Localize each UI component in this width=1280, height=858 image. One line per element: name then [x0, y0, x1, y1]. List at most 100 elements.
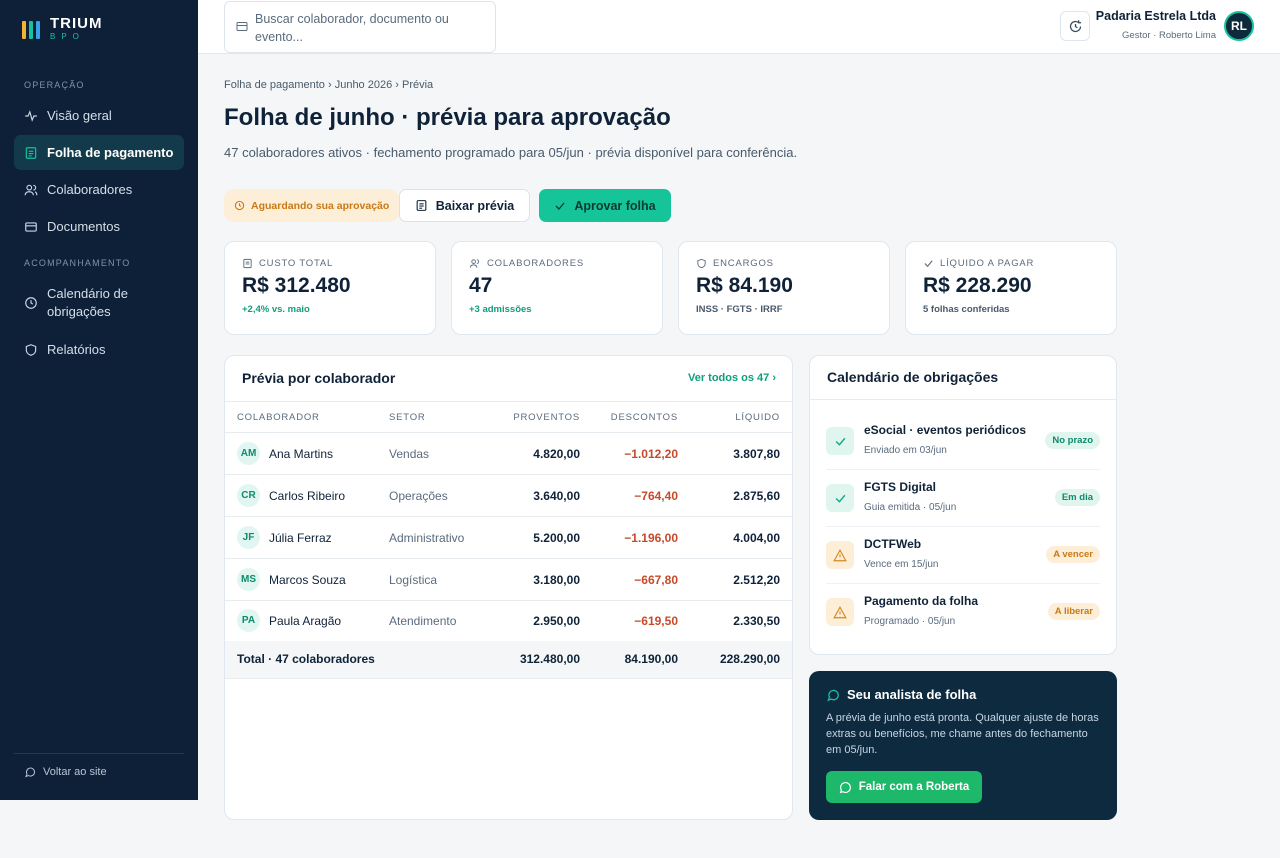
kpi-encargos: ENCARGOS R$ 84.190 INSS · FGTS · IRRF	[678, 241, 890, 335]
chat-icon	[25, 767, 36, 778]
sidebar-item-colaboradores[interactable]: Colaboradores	[14, 172, 184, 207]
employee-name: Carlos Ribeiro	[269, 489, 346, 503]
employee-name: Paula Aragão	[269, 614, 342, 628]
employee-sector: Atendimento	[389, 614, 457, 628]
employee-net: 4.004,00	[733, 531, 780, 545]
employee-avatar: PA	[237, 609, 260, 632]
sidebar-item-documentos[interactable]: Documentos	[14, 209, 184, 244]
total-earnings: 312.480,00	[519, 652, 580, 666]
employee-discounts: −764,40	[634, 489, 678, 503]
document-icon	[416, 200, 427, 211]
obligation-item[interactable]: Pagamento da folha Programado · 05/jun A…	[826, 584, 1100, 641]
sidebar-item-visao-geral[interactable]: Visão geral	[14, 98, 184, 133]
check-icon	[826, 427, 854, 455]
breadcrumb: Folha de pagamento › Junho 2026 › Prévia	[224, 79, 434, 91]
page-title: Folha de junho · prévia para aprovação	[224, 104, 671, 131]
employee-earnings: 5.200,00	[533, 531, 580, 545]
table-row[interactable]: MS Marcos Souza Logística 3.180,00 −667,…	[225, 559, 792, 601]
chat-icon	[827, 689, 839, 701]
card-icon	[25, 221, 37, 232]
column-header[interactable]: DESCONTOS	[611, 412, 678, 423]
obligation-meta: Vence em 15/jun	[864, 559, 939, 570]
employee-preview-card: Prévia por colaborador Ver todos os 47 ›…	[224, 355, 793, 820]
breadcrumb-item[interactable]: Junho 2026	[335, 79, 393, 91]
brand-name: TRIUM	[50, 15, 103, 32]
breadcrumb-item: Prévia	[401, 79, 434, 91]
employee-sector: Logística	[389, 573, 438, 587]
employee-net: 2.875,60	[733, 489, 780, 503]
obligation-meta: Guia emitida · 05/jun	[864, 502, 957, 513]
clock-icon	[25, 297, 37, 309]
page-subtitle: 47 colaboradores ativos · fechamento pro…	[224, 145, 798, 160]
avatar[interactable]: RL	[1224, 11, 1254, 41]
shield-icon	[697, 258, 706, 269]
history-button[interactable]	[1060, 11, 1090, 41]
column-header[interactable]: COLABORADOR	[237, 412, 320, 423]
sidebar-item-calendario[interactable]: Calendário de obrigações	[14, 283, 184, 323]
topbar: Buscar colaborador, documento ou evento.…	[198, 0, 1280, 54]
obligation-name: Pagamento da folha	[864, 594, 979, 608]
receipt-icon	[243, 258, 252, 269]
obligation-item[interactable]: eSocial · eventos periódicos Enviado em …	[826, 413, 1100, 470]
nav-section-operacao: OPERAÇÃO	[24, 80, 85, 90]
obligations-calendar-card: Calendário de obrigações eSocial · event…	[809, 355, 1117, 655]
download-preview-button[interactable]: Baixar prévia	[399, 189, 530, 222]
card-title: Calendário de obrigações	[827, 369, 999, 385]
obligation-item[interactable]: DCTFWeb Vence em 15/jun A vencer	[826, 527, 1100, 584]
back-to-site-link[interactable]: Voltar ao site	[24, 766, 107, 778]
document-list-icon	[25, 146, 37, 159]
employee-avatar: CR	[237, 484, 260, 507]
analyst-card: Seu analista de folha A prévia de junho …	[809, 671, 1117, 820]
logo-icon	[22, 19, 40, 39]
breadcrumb-item[interactable]: Folha de pagamento	[224, 79, 325, 91]
employee-net: 3.807,80	[733, 447, 780, 461]
sidebar-item-label: Folha de pagamento	[47, 145, 174, 160]
brand-logo[interactable]: TRIUM BPO	[22, 16, 103, 41]
kpi-label: COLABORADORES	[487, 258, 584, 269]
users-icon	[469, 259, 480, 268]
column-header[interactable]: LÍQUIDO	[735, 412, 780, 423]
employee-name: Marcos Souza	[269, 573, 346, 587]
divider	[810, 399, 1116, 400]
employee-sector: Administrativo	[389, 531, 465, 545]
status-badge: A liberar	[1047, 603, 1100, 620]
kpi-note: 5 folhas conferidas	[923, 304, 1010, 315]
contact-analyst-label: Falar com a Roberta	[858, 781, 970, 793]
table-header: COLABORADOR SETOR PROVENTOS DESCONTOS LÍ…	[225, 401, 792, 433]
sidebar-item-folha[interactable]: Folha de pagamento	[14, 135, 184, 170]
analyst-message: A prévia de junho está pronta. Qualquer …	[826, 712, 1099, 756]
company-name: Padaria Estrela Ltda	[1095, 9, 1216, 23]
table-row[interactable]: PA Paula Aragão Atendimento 2.950,00 −61…	[225, 600, 792, 642]
search-input[interactable]: Buscar colaborador, documento ou evento.…	[224, 1, 496, 53]
activity-icon	[25, 109, 37, 122]
status-badge: Em dia	[1054, 489, 1100, 506]
sidebar: TRIUM BPO OPERAÇÃO Visão geral Folha de …	[0, 0, 198, 800]
sidebar-item-relatorios[interactable]: Relatórios	[14, 332, 184, 367]
total-discounts: 84.190,00	[624, 652, 678, 666]
table-row[interactable]: AM Ana Martins Vendas 4.820,00 −1.012,20…	[225, 433, 792, 475]
employee-discounts: −1.196,00	[624, 531, 678, 545]
back-link-label: Voltar ao site	[43, 766, 107, 778]
obligation-item[interactable]: FGTS Digital Guia emitida · 05/jun Em di…	[826, 470, 1100, 527]
approve-payroll-button[interactable]: Aprovar folha	[539, 189, 671, 222]
employee-name: Ana Martins	[269, 447, 334, 461]
download-label: Baixar prévia	[435, 198, 515, 213]
table-total-row: Total · 47 colaboradores 312.480,00 84.1…	[225, 641, 792, 679]
see-all-link[interactable]: Ver todos os 47 ›	[688, 372, 776, 384]
employee-avatar: MS	[237, 568, 260, 591]
table-row[interactable]: JF Júlia Ferraz Administrativo 5.200,00 …	[225, 517, 792, 559]
column-header[interactable]: SETOR	[389, 412, 426, 423]
employee-avatar: JF	[237, 526, 260, 549]
total-net: 228.290,00	[719, 652, 780, 666]
search-placeholder: Buscar colaborador, documento ou evento.…	[255, 12, 449, 44]
employee-discounts: −619,50	[634, 614, 678, 628]
contact-analyst-button[interactable]: Falar com a Roberta	[826, 771, 982, 803]
whatsapp-icon	[839, 781, 851, 793]
column-header[interactable]: PROVENTOS	[513, 412, 580, 423]
sidebar-item-label: Documentos	[47, 219, 120, 234]
kpi-liquido: LÍQUIDO A PAGAR R$ 228.290 5 folhas conf…	[905, 241, 1117, 335]
kpi-value: 47	[469, 274, 493, 297]
users-icon	[24, 184, 38, 195]
table-row[interactable]: CR Carlos Ribeiro Operações 3.640,00 −76…	[225, 475, 792, 517]
employee-discounts: −667,80	[634, 573, 678, 587]
